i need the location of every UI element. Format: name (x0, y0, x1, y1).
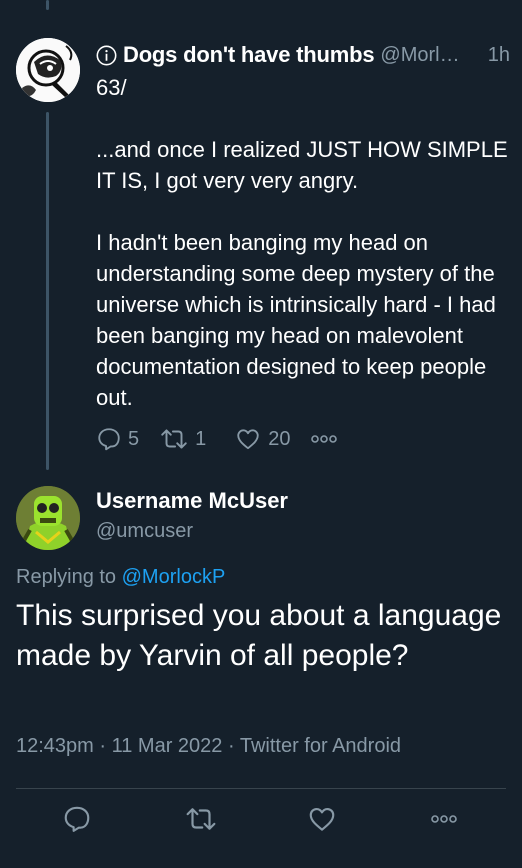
more-icon (310, 435, 337, 443)
author-handle[interactable]: @Morl… (380, 44, 481, 67)
retweet-button[interactable] (184, 804, 218, 834)
reply-author-name[interactable]: Username McUser (96, 488, 288, 514)
tweet-actions: 5 1 20 (96, 426, 339, 452)
reply-icon (64, 806, 90, 832)
divider (16, 788, 506, 789)
author-name[interactable]: Dogs don't have thumbs (123, 42, 375, 68)
reply-button[interactable]: 5 (96, 426, 139, 452)
retweet-count: 1 (195, 427, 207, 450)
reply-button[interactable] (62, 804, 92, 834)
like-button[interactable]: 20 (234, 426, 291, 452)
info-icon[interactable] (96, 45, 117, 66)
tweet-timestamp: 12:43pm · 11 Mar 2022 · Twitter for Andr… (16, 735, 402, 757)
like-count: 20 (268, 427, 291, 450)
retweet-button[interactable]: 1 (159, 426, 206, 452)
reply-author-handle[interactable]: @umcuser (96, 520, 193, 543)
reply-text: This surprised you about a language made… (16, 599, 502, 672)
more-button[interactable] (428, 809, 460, 829)
bottom-action-bar (0, 800, 522, 840)
thread-line-top (46, 0, 49, 10)
like-button[interactable] (306, 804, 338, 834)
avatar[interactable] (16, 38, 80, 102)
retweet-icon (161, 429, 187, 449)
tweet-text: 63/ ...and once I realized JUST HOW SIMP… (96, 75, 508, 410)
retweet-icon (186, 808, 216, 830)
tweet-header: Dogs don't have thumbs @Morl… 1h (96, 40, 510, 70)
like-icon (309, 807, 335, 831)
thread-line (46, 112, 49, 470)
like-icon (237, 429, 259, 450)
reply-icon (98, 428, 120, 451)
tweet-time[interactable]: 1h (488, 44, 510, 67)
more-button[interactable] (309, 429, 339, 449)
reply-count: 5 (128, 427, 140, 450)
more-icon (431, 815, 457, 823)
replying-to-label: Replying to (16, 566, 122, 588)
replying-to: Replying to @MorlockP (16, 566, 225, 589)
avatar[interactable] (16, 486, 80, 550)
replying-to-link[interactable]: @MorlockP (122, 566, 226, 588)
